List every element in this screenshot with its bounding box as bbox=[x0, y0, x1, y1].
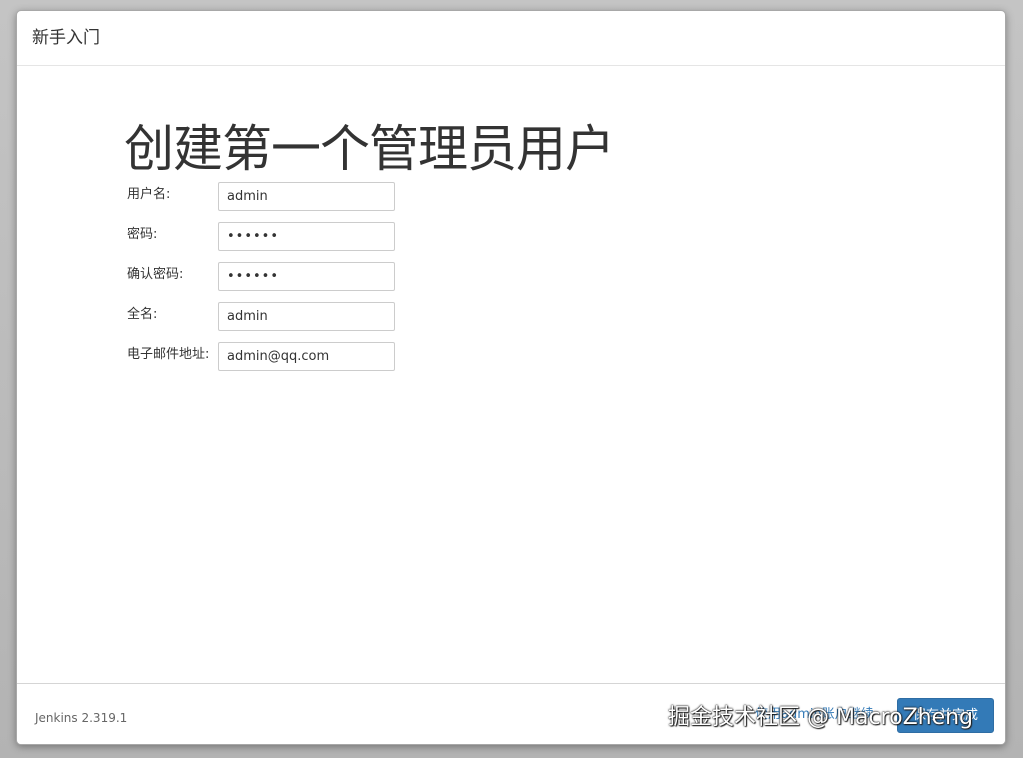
email-input[interactable]: admin@qq.com bbox=[218, 342, 395, 371]
continue-as-admin-link[interactable]: 使用admin账户继续 bbox=[755, 706, 874, 724]
username-row: 用户名: admin bbox=[127, 182, 407, 212]
page-heading: 创建第一个管理员用户 bbox=[124, 120, 615, 178]
password-input[interactable]: •••••• bbox=[218, 222, 395, 251]
dialog-title: 新手入门 bbox=[32, 28, 100, 48]
confirm-password-input[interactable]: •••••• bbox=[218, 262, 395, 291]
email-row: 电子邮件地址: admin@qq.com bbox=[127, 342, 407, 372]
confirm-password-label: 确认密码: bbox=[127, 267, 184, 282]
password-label: 密码: bbox=[127, 227, 158, 242]
full-name-label: 全名: bbox=[127, 307, 158, 322]
full-name-input[interactable]: admin bbox=[218, 302, 395, 331]
email-label: 电子邮件地址: bbox=[127, 347, 210, 362]
version-text: Jenkins 2.319.1 bbox=[35, 711, 128, 725]
save-and-finish-button[interactable]: 保存并完成 bbox=[897, 698, 994, 733]
dialog-footer: Jenkins 2.319.1 使用admin账户继续 保存并完成 bbox=[17, 683, 1005, 744]
username-input[interactable]: admin bbox=[218, 182, 395, 211]
setup-dialog: 新手入门 创建第一个管理员用户 用户名: admin 密码: •••••• 确认… bbox=[16, 10, 1006, 745]
full-name-row: 全名: admin bbox=[127, 302, 407, 332]
confirm-password-row: 确认密码: •••••• bbox=[127, 262, 407, 292]
username-label: 用户名: bbox=[127, 187, 171, 202]
dialog-header: 新手入门 bbox=[17, 11, 1005, 66]
password-row: 密码: •••••• bbox=[127, 222, 407, 252]
